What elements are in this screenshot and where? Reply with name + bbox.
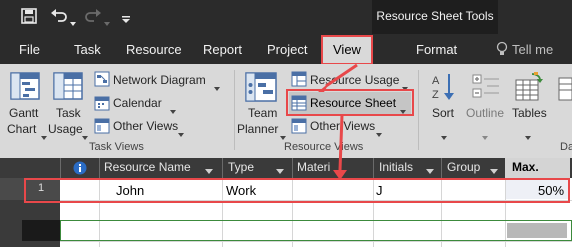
gantt-dropdown-icon[interactable] (41, 127, 47, 140)
tab-resource[interactable]: Resource (126, 42, 182, 57)
column-separator (60, 158, 61, 178)
outline-label[interactable]: Outline (466, 106, 504, 120)
sort-icon: AZ (431, 72, 457, 102)
column-header-group[interactable]: Group (447, 160, 480, 174)
resource-views-group-label: Resource Views (284, 141, 364, 153)
resource-usage-dropdown-icon[interactable] (402, 78, 408, 91)
tab-view[interactable]: View (333, 42, 361, 57)
resource-sheet-icon (291, 95, 307, 111)
data-row-highlight (24, 178, 570, 203)
undo-dropdown-icon[interactable] (70, 13, 76, 26)
cell-initials[interactable]: J (376, 183, 383, 198)
resource-sheet-dropdown-icon[interactable] (400, 101, 406, 114)
calendar-icon (94, 95, 110, 111)
chevron-down-icon[interactable] (122, 11, 130, 23)
resource-usage-icon (291, 71, 307, 87)
network-diagram-icon (94, 71, 110, 87)
cell-max-units[interactable]: 50% (538, 183, 564, 198)
gantt-chart-icon (10, 72, 40, 100)
sort-dropdown-icon[interactable] (441, 127, 447, 140)
sort-label[interactable]: Sort (432, 106, 454, 120)
tables-dropdown-icon[interactable] (525, 127, 531, 140)
column-separator (292, 158, 293, 178)
task-usage-icon (53, 72, 83, 100)
resource-sheet-label[interactable]: Resource Sheet (310, 96, 396, 110)
redo-icon[interactable] (84, 8, 102, 24)
calendar-dropdown-icon[interactable] (170, 101, 176, 114)
partial-ribbon-icon (557, 72, 572, 102)
team-planner-label-1[interactable]: Team (248, 106, 277, 120)
gantt-chart-label-2[interactable]: Chart (7, 122, 36, 136)
column-separator (222, 158, 223, 178)
tab-report[interactable]: Report (203, 42, 242, 57)
team-planner-label-2[interactable]: Planner (237, 122, 278, 136)
tables-icon (514, 72, 544, 102)
tables-label[interactable]: Tables (512, 106, 547, 120)
grid-line (60, 241, 572, 242)
network-diagram-dropdown-icon[interactable] (214, 78, 220, 91)
task-usage-label-2[interactable]: Usage (48, 122, 83, 136)
column-header-resource-name[interactable]: Resource Name (104, 160, 191, 174)
tab-format[interactable]: Format (416, 42, 457, 57)
team-planner-icon (245, 72, 277, 102)
column-separator (99, 158, 100, 178)
column-separator (441, 158, 442, 178)
undo-icon[interactable] (50, 8, 68, 24)
task-usage-label-1[interactable]: Task (56, 106, 81, 120)
resource-other-views-dropdown-icon[interactable] (376, 124, 382, 137)
task-other-views-dropdown-icon[interactable] (178, 124, 184, 137)
column-separator (373, 158, 374, 178)
column-header-type[interactable]: Type (228, 160, 254, 174)
data-group-label: Da (560, 141, 572, 153)
column-header-filter-icon[interactable] (426, 164, 434, 174)
group-separator (418, 70, 419, 150)
resource-other-views-label[interactable]: Other Views (310, 119, 375, 133)
column-header-filter-icon[interactable] (490, 164, 498, 174)
column-header-max[interactable]: Max. (512, 160, 539, 174)
resource-usage-label[interactable]: Resource Usage (310, 73, 399, 87)
lightbulb-icon (496, 41, 508, 57)
task-other-views-label[interactable]: Other Views (113, 119, 178, 133)
task-views-group-label: Task Views (89, 141, 144, 153)
active-row-outline (60, 220, 572, 241)
calendar-label[interactable]: Calendar (113, 96, 162, 110)
tell-me-search[interactable]: Tell me (512, 42, 553, 57)
column-header-filter-icon[interactable] (205, 164, 213, 174)
row-header-active (22, 220, 60, 241)
network-diagram-label[interactable]: Network Diagram (113, 73, 206, 87)
tab-project[interactable]: Project (267, 42, 307, 57)
context-tab-title: Resource Sheet Tools (376, 9, 494, 23)
svg-text:Z: Z (432, 89, 439, 101)
column-header-initials[interactable]: Initials (379, 160, 413, 174)
outline-icon (471, 72, 501, 102)
team-planner-dropdown-icon[interactable] (280, 127, 286, 140)
task-usage-dropdown-icon[interactable] (82, 127, 88, 140)
column-header-material[interactable]: Materi (297, 160, 330, 174)
column-header-filter-icon[interactable] (276, 164, 284, 174)
resource-other-views-icon (291, 118, 307, 134)
tab-task[interactable]: Task (74, 42, 101, 57)
active-max-cell[interactable] (507, 223, 567, 238)
tab-file[interactable]: File (19, 42, 40, 57)
outline-dropdown-icon[interactable] (482, 127, 488, 140)
redo-dropdown-icon[interactable] (104, 13, 110, 26)
group-separator (234, 70, 235, 150)
cell-resource-name[interactable]: John (116, 183, 144, 198)
cell-type[interactable]: Work (226, 183, 256, 198)
save-icon[interactable] (21, 8, 37, 24)
other-views-icon (94, 118, 110, 134)
gantt-chart-label-1[interactable]: Gantt (9, 106, 38, 120)
svg-text:A: A (432, 75, 440, 87)
info-icon (73, 161, 87, 175)
